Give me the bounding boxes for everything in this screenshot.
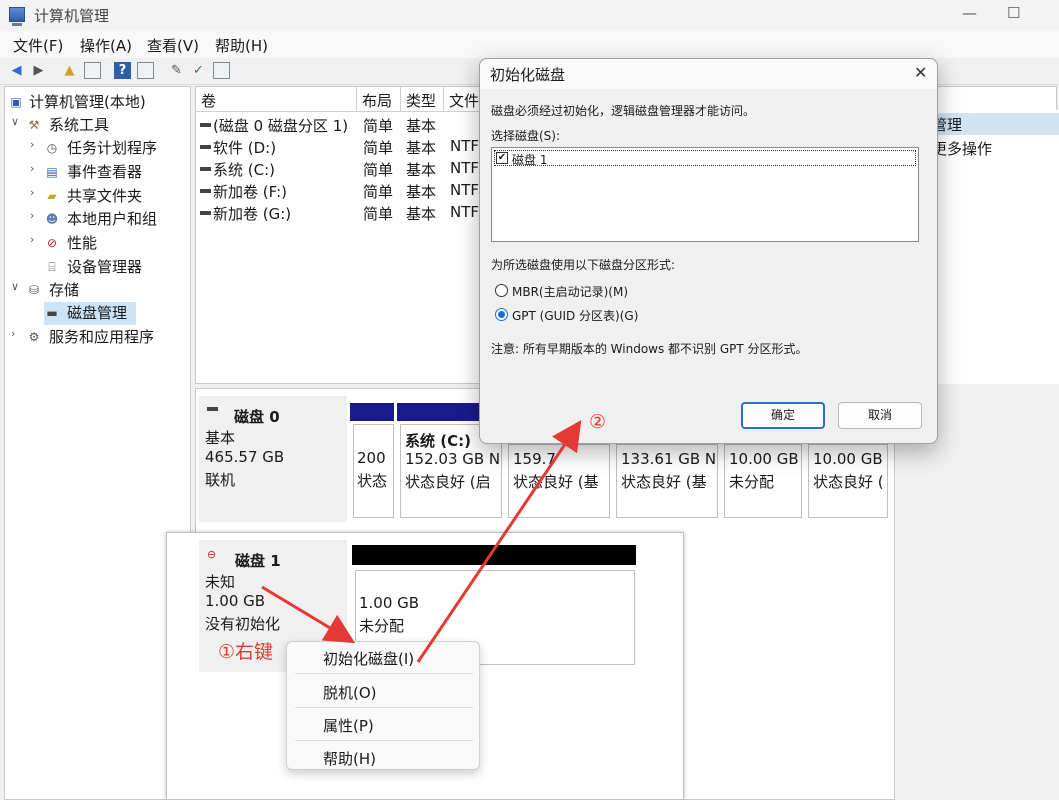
arrow-to-initialize <box>261 585 356 644</box>
annotation-arrows <box>261 420 582 663</box>
arrow-to-dialog <box>416 420 582 663</box>
